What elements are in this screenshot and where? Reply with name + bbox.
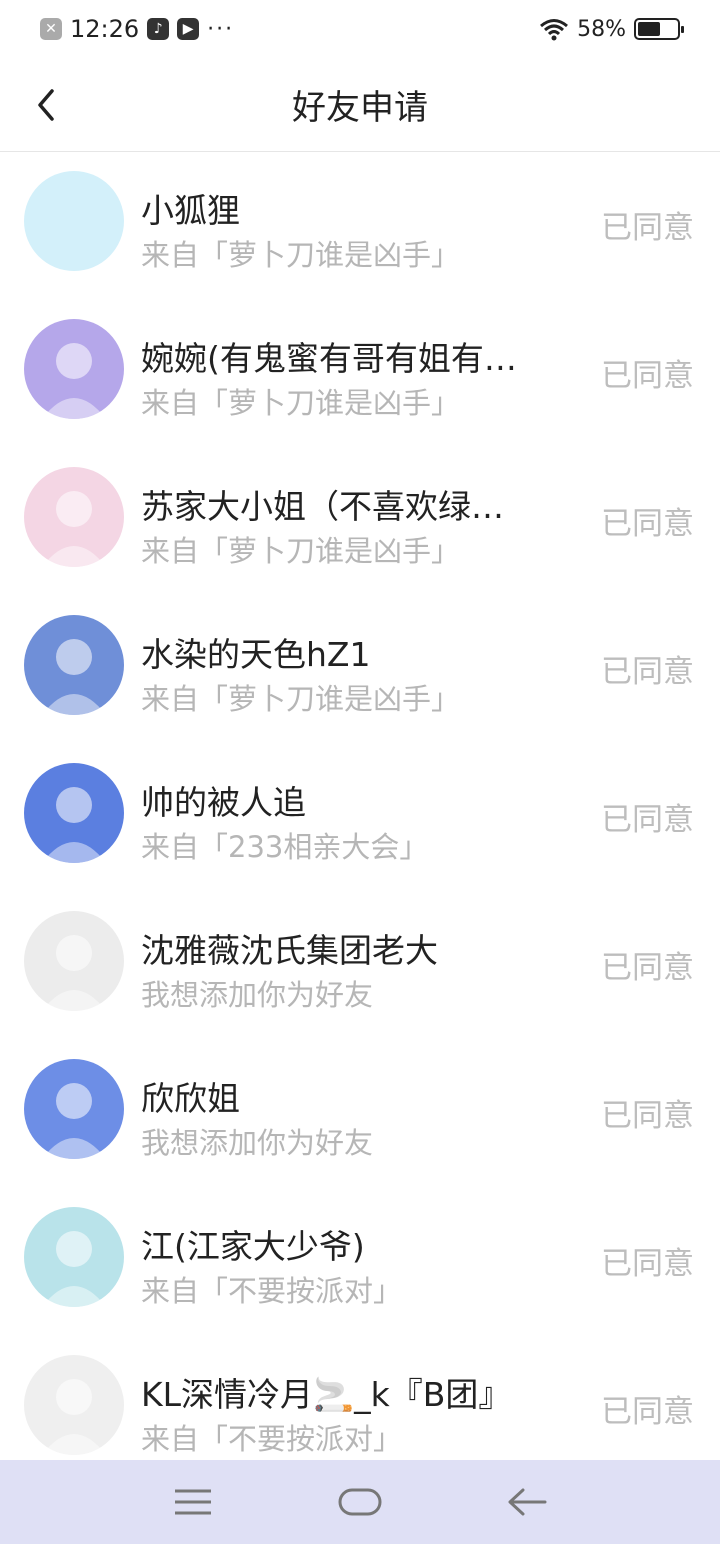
requester-name: 沈雅薇沈氏集团老大 (141, 931, 438, 970)
avatar[interactable] (24, 911, 124, 1011)
battery-level (638, 22, 661, 36)
avatar-image (24, 319, 124, 419)
requester-name: 帅的被人追 (141, 783, 306, 822)
request-status: 已同意 (601, 1098, 694, 1134)
avatar-image (24, 615, 124, 715)
avatar[interactable] (24, 1207, 124, 1307)
avatar[interactable] (24, 1355, 124, 1455)
request-status: 已同意 (601, 1394, 694, 1430)
request-source: 我想添加你为好友 (141, 1126, 374, 1160)
close-notification-icon: ✕ (40, 18, 62, 40)
avatar[interactable] (24, 171, 124, 271)
home-button[interactable] (330, 1472, 390, 1532)
avatar-image (24, 1207, 124, 1307)
requester-name: 小狐狸 (141, 191, 240, 230)
avatar-image (24, 1355, 124, 1455)
friend-request-row[interactable]: 帅的被人追来自「233相亲大会」 已同意 (0, 744, 720, 892)
avatar-image (24, 171, 124, 271)
requester-name: KL深情冷月🚬_k『B团』 (141, 1375, 512, 1414)
request-status: 已同意 (601, 506, 694, 542)
avatar[interactable] (24, 1059, 124, 1159)
request-source: 来自「萝卜刀谁是凶手」 (141, 534, 461, 568)
friend-request-row[interactable]: 水染的天色hZ1 来自「萝卜刀谁是凶手」 已同意 (0, 596, 720, 744)
wifi-icon (540, 19, 569, 41)
requester-name: 婉婉(有鬼蜜有哥有姐有… (141, 339, 517, 378)
avatar-image (24, 911, 124, 1011)
request-source: 来自「233相亲大会」 (141, 830, 429, 864)
friend-request-row[interactable]: 沈雅薇沈氏集团老大我想添加你为好友 已同意 (0, 892, 720, 1040)
request-source: 来自「不要按派对」 (141, 1422, 403, 1456)
friend-request-row[interactable]: 欣欣姐我想添加你为好友 已同意 (0, 1040, 720, 1188)
request-status: 已同意 (601, 802, 694, 838)
requester-name: 欣欣姐 (141, 1079, 240, 1118)
status-time: 12:26 (70, 15, 140, 43)
request-status: 已同意 (601, 950, 694, 986)
avatar[interactable] (24, 467, 124, 567)
request-source: 来自「萝卜刀谁是凶手」 (141, 238, 461, 272)
request-status: 已同意 (601, 210, 694, 246)
back-arrow-icon (508, 1488, 547, 1516)
avatar-image (24, 1059, 124, 1159)
request-source: 来自「萝卜刀谁是凶手」 (141, 386, 461, 420)
request-source: 来自「萝卜刀谁是凶手」 (141, 682, 461, 716)
avatar[interactable] (24, 615, 124, 715)
chevron-left-icon (38, 89, 54, 121)
menu-icon (175, 1489, 212, 1515)
request-source: 来自「不要按派对」 (141, 1274, 403, 1308)
request-source: 我想添加你为好友 (141, 978, 374, 1012)
avatar[interactable] (24, 763, 124, 863)
play-icon: ▶ (177, 18, 200, 40)
friend-request-row[interactable]: 江(江家大少爷) 来自「不要按派对」 已同意 (0, 1188, 720, 1336)
battery-percent: 58% (577, 16, 626, 42)
home-icon (338, 1488, 382, 1516)
system-nav-bar (0, 1460, 720, 1544)
requester-name: 水染的天色hZ1 (141, 635, 371, 674)
avatar[interactable] (24, 319, 124, 419)
battery-icon (634, 18, 684, 40)
requester-name: 苏家大小姐（不喜欢绿… (141, 487, 504, 526)
nav-back-button[interactable] (497, 1472, 557, 1532)
requester-name: 江(江家大少爷) (141, 1227, 365, 1266)
friend-request-row[interactable]: 婉婉(有鬼蜜有哥有姐有… 来自「萝卜刀谁是凶手」 已同意 (0, 300, 720, 448)
avatar-image (24, 763, 124, 863)
friend-request-list: 小狐狸 来自「萝卜刀谁是凶手」 已同意 婉婉(有鬼蜜有哥有姐有… 来自「萝卜刀谁是凶手」… (0, 152, 720, 1484)
tiktok-icon: ♪ (147, 18, 170, 40)
header: 好友申请 (0, 58, 720, 152)
request-status: 已同意 (601, 1246, 694, 1282)
menu-button[interactable] (163, 1472, 223, 1532)
friend-request-row[interactable]: 苏家大小姐（不喜欢绿… 来自「萝卜刀谁是凶手」 已同意 (0, 448, 720, 596)
avatar-image (24, 467, 124, 567)
request-status: 已同意 (601, 358, 694, 394)
status-bar: ✕ 12:26 ♪ ▶ ··· 58% (0, 0, 720, 58)
friend-request-row[interactable]: 小狐狸来自「萝卜刀谁是凶手」 已同意 (0, 152, 720, 300)
more-notifications-icon: ··· (207, 16, 235, 42)
back-button[interactable] (22, 80, 72, 130)
request-status: 已同意 (601, 654, 694, 690)
page-title: 好友申请 (292, 88, 428, 128)
